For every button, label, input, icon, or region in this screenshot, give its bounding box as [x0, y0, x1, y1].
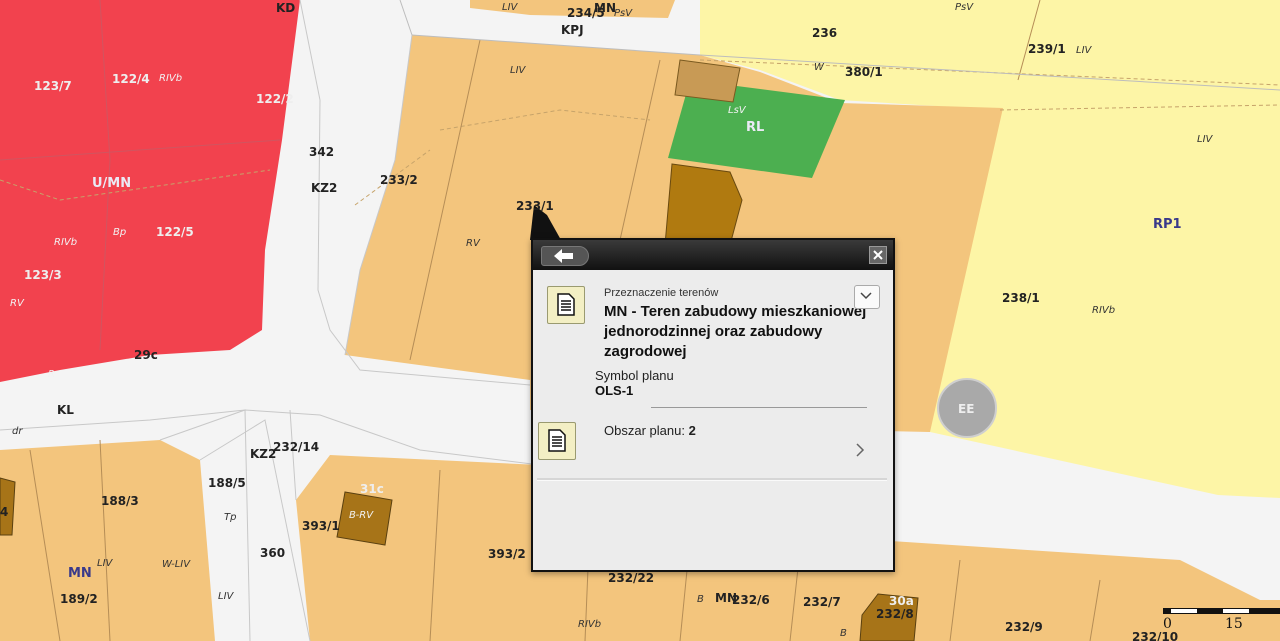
scale-left-label: 0	[1163, 616, 1172, 632]
land-use-label: RIVb	[54, 237, 77, 248]
category-label: Przeznaczenie terenów	[604, 287, 719, 299]
zone-label: RP1	[1153, 217, 1182, 232]
building-label: 31c	[360, 482, 384, 496]
back-button[interactable]	[541, 246, 589, 266]
building-label: 30a	[889, 594, 914, 608]
parcel-label: 380/1	[845, 65, 883, 79]
land-use-label: W-LIV	[162, 559, 191, 570]
building-2	[664, 163, 743, 246]
land-use-label: R	[48, 369, 55, 380]
parcel-label: 360	[260, 546, 285, 560]
building-1	[674, 59, 741, 103]
zone-red-umn[interactable]	[0, 0, 300, 382]
zone-label: MN	[68, 566, 92, 581]
land-use-label: RIVb	[1092, 305, 1115, 316]
land-use-label: PsV	[955, 2, 974, 13]
document-button[interactable]	[547, 286, 585, 324]
parcel-label: 232/14	[273, 440, 319, 454]
land-use-label: LIV	[510, 65, 527, 76]
parcel-label: KD	[276, 1, 295, 15]
parcel-label: 122/4	[112, 72, 150, 86]
parcel-label: 239/1	[1028, 42, 1066, 56]
parcel-label: 29c	[134, 348, 158, 362]
parcel-label: 232/8	[876, 607, 914, 621]
zone-label: RL	[746, 120, 764, 135]
parcel-label: 188/3	[101, 494, 139, 508]
zone-label: KPJ	[561, 23, 584, 37]
parcel-label: 236	[812, 26, 837, 40]
land-use-label: RV	[466, 238, 481, 249]
scale-right-label: 15	[1225, 616, 1243, 632]
land-use-label: LIV	[502, 2, 519, 13]
parcel-label: 233/1	[516, 199, 554, 213]
parcel-label: 123/3	[24, 268, 62, 282]
parcel-label: 393/1	[302, 519, 340, 533]
zone-label: KZ2	[311, 181, 337, 195]
building-label: B-RV	[349, 510, 374, 521]
close-icon	[873, 250, 883, 260]
land-use-label: LIV	[218, 591, 235, 602]
divider	[537, 480, 887, 481]
zone-title: MN - Teren zabudowy mieszkaniowej jednor…	[604, 303, 867, 360]
scale-bar: 0 15	[1163, 606, 1280, 641]
divider	[651, 407, 867, 408]
land-use-label: RIVb	[578, 619, 601, 630]
land-use-label: dr	[12, 426, 23, 437]
document-icon	[548, 429, 566, 452]
symbol-value: OLS-1	[595, 383, 634, 398]
land-use-label: W	[814, 62, 825, 73]
chevron-right-icon	[856, 443, 865, 457]
land-use-label: B	[697, 594, 704, 605]
parcel-label: 232/9	[1005, 620, 1043, 634]
popup-header	[533, 240, 893, 270]
parcel-label: 232/6	[732, 593, 770, 607]
parcel-label: 232/22	[608, 571, 654, 585]
land-use-label: LIV	[97, 558, 114, 569]
zone-label: KZ2	[250, 447, 276, 461]
parcel-label: 4	[0, 505, 8, 519]
parcel-label: 238/1	[1002, 291, 1040, 305]
symbol-label: Symbol planu	[595, 368, 674, 383]
chevron-down-icon	[860, 292, 872, 300]
land-use-label: LIV	[1076, 45, 1093, 56]
land-use-label: LIV	[1197, 134, 1214, 145]
parcel-label: 233/2	[380, 173, 418, 187]
land-use-label: RIVb	[159, 73, 182, 84]
land-use-label: B	[840, 628, 847, 639]
arrow-left-icon	[554, 249, 573, 263]
parcel-label: 393/2	[488, 547, 526, 561]
parcel-label: 122/5	[156, 225, 194, 239]
ee-label: EE	[958, 402, 974, 416]
parcel-label: 342	[309, 145, 334, 159]
feature-info-popup: Przeznaczenie terenów MN - Teren zabudow…	[531, 238, 895, 572]
parcel-label: 232/7	[803, 595, 841, 609]
parcel-label: 122/2	[256, 92, 294, 106]
area-value: 2	[688, 423, 696, 438]
parcel-label: 123/7	[34, 79, 72, 93]
zone-label: KL	[57, 403, 74, 417]
land-use-label: Tp	[224, 512, 236, 523]
next-button[interactable]	[855, 443, 865, 462]
land-use-label: PsV	[614, 8, 633, 19]
parcel-label: 188/5	[208, 476, 246, 490]
expand-button[interactable]	[854, 285, 880, 309]
parcel-label: 189/2	[60, 592, 98, 606]
zone-label: MN	[594, 1, 616, 15]
zone-label: U/MN	[92, 176, 131, 191]
document-button[interactable]	[538, 422, 576, 460]
area-label: Obszar planu:	[604, 423, 685, 438]
document-icon	[557, 293, 575, 316]
area-row[interactable]: Obszar planu: 2	[604, 423, 696, 438]
land-use-label: RV	[10, 298, 25, 309]
land-use-label: Bp	[113, 227, 126, 238]
zone-mn-lower-left[interactable]	[0, 440, 215, 641]
close-button[interactable]	[869, 246, 887, 264]
land-use-label: LsV	[728, 105, 747, 116]
